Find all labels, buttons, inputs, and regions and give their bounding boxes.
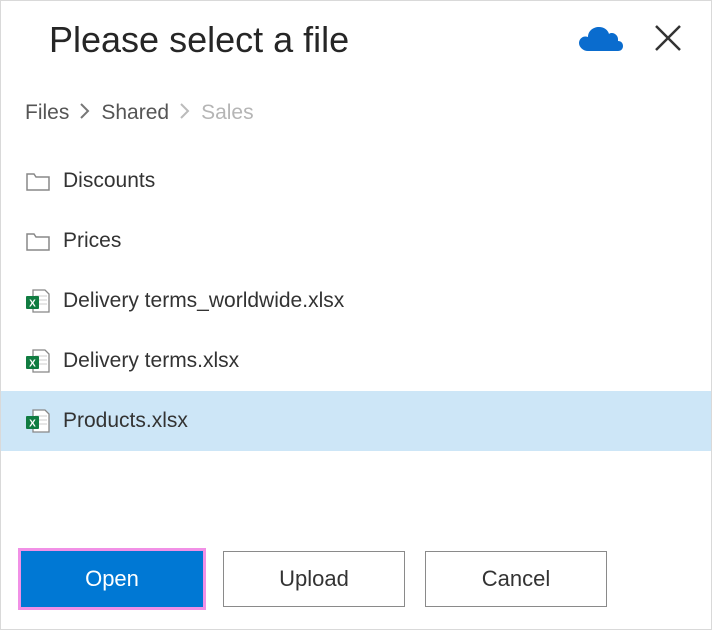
file-list: Discounts Prices X Delivery terms_worldw… — [1, 147, 711, 451]
svg-text:X: X — [29, 359, 36, 370]
dialog-title: Please select a file — [49, 19, 577, 61]
list-item[interactable]: X Delivery terms.xlsx — [1, 331, 711, 391]
file-name: Prices — [63, 229, 121, 253]
breadcrumb-item-shared[interactable]: Shared — [101, 101, 169, 125]
close-icon[interactable] — [653, 23, 683, 58]
excel-file-icon: X — [25, 408, 51, 434]
dialog-header: Please select a file — [1, 1, 711, 71]
open-button-highlight: Open — [21, 551, 203, 607]
file-name: Delivery terms.xlsx — [63, 349, 239, 373]
file-name: Delivery terms_worldwide.xlsx — [63, 289, 344, 313]
upload-button[interactable]: Upload — [223, 551, 405, 607]
breadcrumb-item-files[interactable]: Files — [25, 101, 69, 125]
excel-file-icon: X — [25, 288, 51, 314]
list-item[interactable]: X Products.xlsx — [1, 391, 711, 451]
breadcrumb-item-sales: Sales — [201, 101, 254, 125]
file-name: Products.xlsx — [63, 409, 188, 433]
open-button[interactable]: Open — [21, 551, 203, 607]
chevron-right-icon — [179, 101, 191, 125]
cancel-button[interactable]: Cancel — [425, 551, 607, 607]
svg-text:X: X — [29, 419, 36, 430]
folder-icon — [25, 168, 51, 194]
file-name: Discounts — [63, 169, 155, 193]
svg-text:X: X — [29, 299, 36, 310]
breadcrumb: Files Shared Sales — [1, 71, 711, 147]
excel-file-icon: X — [25, 348, 51, 374]
list-item[interactable]: X Delivery terms_worldwide.xlsx — [1, 271, 711, 331]
onedrive-icon — [577, 23, 623, 58]
dialog-buttons: Open Upload Cancel — [21, 551, 607, 607]
list-item[interactable]: Prices — [1, 211, 711, 271]
chevron-right-icon — [79, 101, 91, 125]
list-item[interactable]: Discounts — [1, 151, 711, 211]
folder-icon — [25, 228, 51, 254]
